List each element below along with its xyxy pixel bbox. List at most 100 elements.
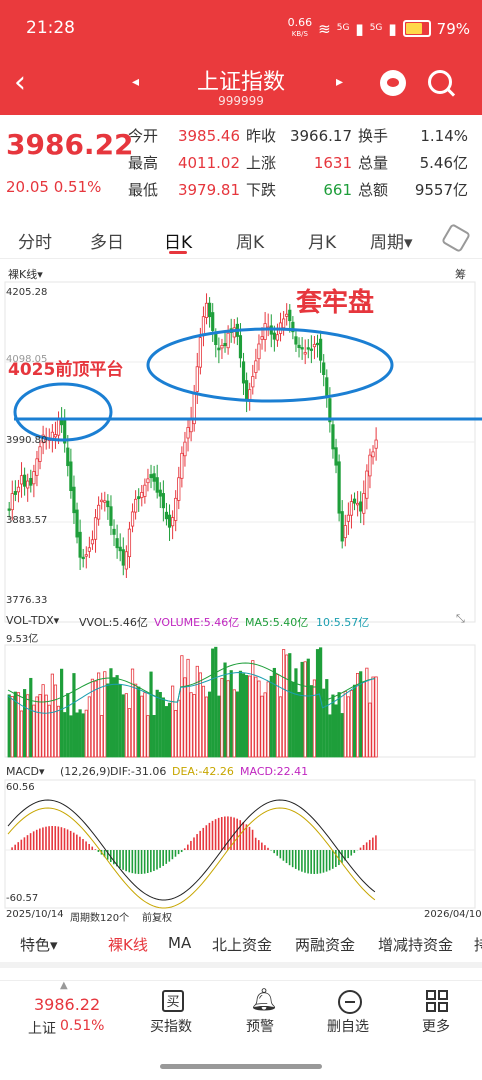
candle-body bbox=[343, 525, 347, 539]
buy-index-button[interactable]: 买指数 bbox=[150, 1016, 192, 1036]
candle-body bbox=[285, 313, 289, 317]
quote-grid: 今开 3985.46 昨收 3966.17 换手 1.14% 最高 4011.0… bbox=[128, 122, 478, 203]
volume-bar bbox=[75, 712, 79, 758]
candle-body bbox=[362, 493, 366, 514]
macd-params: (12,26,9) bbox=[60, 765, 111, 778]
candle-body bbox=[66, 447, 70, 467]
volume-bar bbox=[134, 683, 138, 758]
toolbar-feature[interactable]: 特色▾ bbox=[20, 934, 58, 955]
candle-body bbox=[272, 332, 276, 340]
volume-bar bbox=[69, 715, 73, 758]
volume-bar bbox=[180, 655, 184, 758]
tab-intraday[interactable]: 分时 bbox=[18, 228, 52, 253]
volume-bar bbox=[146, 715, 150, 758]
candle-body bbox=[300, 347, 304, 350]
bell-icon[interactable]: 🔔︎ bbox=[250, 990, 278, 1012]
volume-bar bbox=[217, 695, 221, 758]
candle-body bbox=[127, 528, 132, 558]
vol-indicator-dropdown[interactable]: VOL-TDX▾ bbox=[6, 614, 59, 627]
volume-bar bbox=[223, 662, 227, 758]
candle-body bbox=[146, 478, 150, 484]
tab-weekly-k[interactable]: 周K bbox=[236, 228, 264, 253]
candle-body bbox=[149, 474, 153, 479]
volume-bar bbox=[312, 679, 317, 758]
candle-body bbox=[38, 446, 42, 462]
volume-bar bbox=[140, 695, 144, 758]
volume-bar bbox=[272, 667, 276, 758]
volume-bar bbox=[164, 706, 169, 758]
volume-bar bbox=[241, 673, 246, 758]
alert-button[interactable]: 预警 bbox=[246, 1016, 274, 1036]
candle-body bbox=[251, 376, 255, 388]
volume-bar bbox=[352, 684, 357, 758]
tab-monthly-k[interactable]: 月K bbox=[308, 228, 336, 253]
status-icons: 0.66 KB/S ≋ 5G ▮ 5G ▮ 79% bbox=[288, 17, 470, 39]
active-tab-indicator bbox=[169, 251, 187, 254]
tab-daily-k[interactable]: 日K bbox=[164, 228, 192, 253]
toolbar-margin[interactable]: 两融资金 bbox=[295, 934, 355, 955]
volume-bar bbox=[112, 677, 116, 758]
volume-bar bbox=[263, 692, 267, 758]
candle-body bbox=[103, 500, 107, 503]
volume-bar bbox=[214, 646, 218, 758]
volume-bar bbox=[226, 680, 230, 758]
adjust-type: 前复权 bbox=[142, 913, 172, 924]
y-axis-label: 3776.33 bbox=[6, 595, 48, 606]
toolbar-holdings[interactable]: 增减持资金 bbox=[378, 934, 453, 955]
chip-button[interactable]: 筹 bbox=[455, 266, 466, 282]
ma10-value: 10:5.57亿 bbox=[316, 616, 370, 629]
candle-body bbox=[56, 419, 61, 436]
mini-change: 0.51% bbox=[60, 1018, 105, 1034]
collapse-up-icon[interactable]: ▲ bbox=[60, 980, 68, 991]
volume-bar bbox=[72, 673, 76, 758]
assistant-icon[interactable] bbox=[380, 70, 406, 96]
macd-bottom-label: -60.57 bbox=[6, 893, 39, 904]
toolbar-kline[interactable]: 裸K线 bbox=[108, 934, 148, 955]
remove-watchlist-button[interactable]: 删自选 bbox=[327, 1016, 369, 1036]
candle-body bbox=[312, 343, 317, 348]
grid-icon[interactable] bbox=[426, 990, 448, 1012]
battery-level: 79% bbox=[436, 19, 470, 38]
macd-indicator-dropdown[interactable]: MACD▾ bbox=[6, 765, 45, 778]
status-time: 21:28 bbox=[26, 18, 75, 38]
candle-body bbox=[106, 500, 110, 508]
candle-body bbox=[340, 511, 344, 542]
candle-body bbox=[13, 491, 17, 495]
quote-row: 今开 3985.46 昨收 3966.17 换手 1.14% bbox=[128, 122, 478, 149]
search-icon[interactable] bbox=[428, 70, 452, 94]
volume-bar bbox=[288, 653, 292, 758]
candle-body bbox=[29, 477, 33, 486]
volume-bar bbox=[84, 709, 88, 758]
volume-bar bbox=[346, 696, 350, 758]
volume-bar bbox=[60, 668, 64, 758]
volume-bar bbox=[161, 697, 165, 758]
tab-multiday[interactable]: 多日 bbox=[90, 228, 124, 253]
toolbar-more[interactable]: 持 bbox=[474, 934, 482, 955]
volume-bar bbox=[229, 670, 233, 758]
quote-label: 最低 bbox=[128, 181, 159, 199]
buy-icon[interactable]: 买 bbox=[162, 990, 184, 1012]
kline-type-dropdown[interactable]: 裸K线▾ bbox=[8, 266, 43, 282]
volume-bar bbox=[285, 654, 289, 758]
toolbar-ma[interactable]: MA bbox=[168, 934, 191, 952]
expand-icon[interactable]: ⤡ bbox=[456, 612, 465, 626]
candle-body bbox=[69, 461, 73, 491]
tab-period[interactable]: 周期▾ bbox=[370, 228, 413, 253]
volume-bar bbox=[195, 665, 199, 758]
minus-circle-icon[interactable] bbox=[338, 990, 362, 1014]
volume-bar bbox=[93, 680, 98, 758]
volume-bar bbox=[152, 715, 156, 758]
macd-value: MACD:22.41 bbox=[240, 765, 309, 778]
volume-bar bbox=[257, 680, 261, 758]
candle-body bbox=[174, 497, 178, 521]
quote-value: 3966.17 bbox=[289, 126, 352, 145]
candle-body bbox=[337, 461, 341, 514]
candle-body bbox=[109, 506, 113, 526]
volume-bar bbox=[100, 715, 104, 758]
toolbar-northbound[interactable]: 北上资金 bbox=[212, 934, 272, 955]
volume-bar bbox=[300, 661, 304, 758]
annotation-platform: 4025前顶平台 bbox=[8, 360, 124, 380]
signal-icon-2: 5G bbox=[369, 23, 383, 33]
more-button[interactable]: 更多 bbox=[422, 1016, 450, 1036]
candle-body bbox=[288, 309, 292, 322]
